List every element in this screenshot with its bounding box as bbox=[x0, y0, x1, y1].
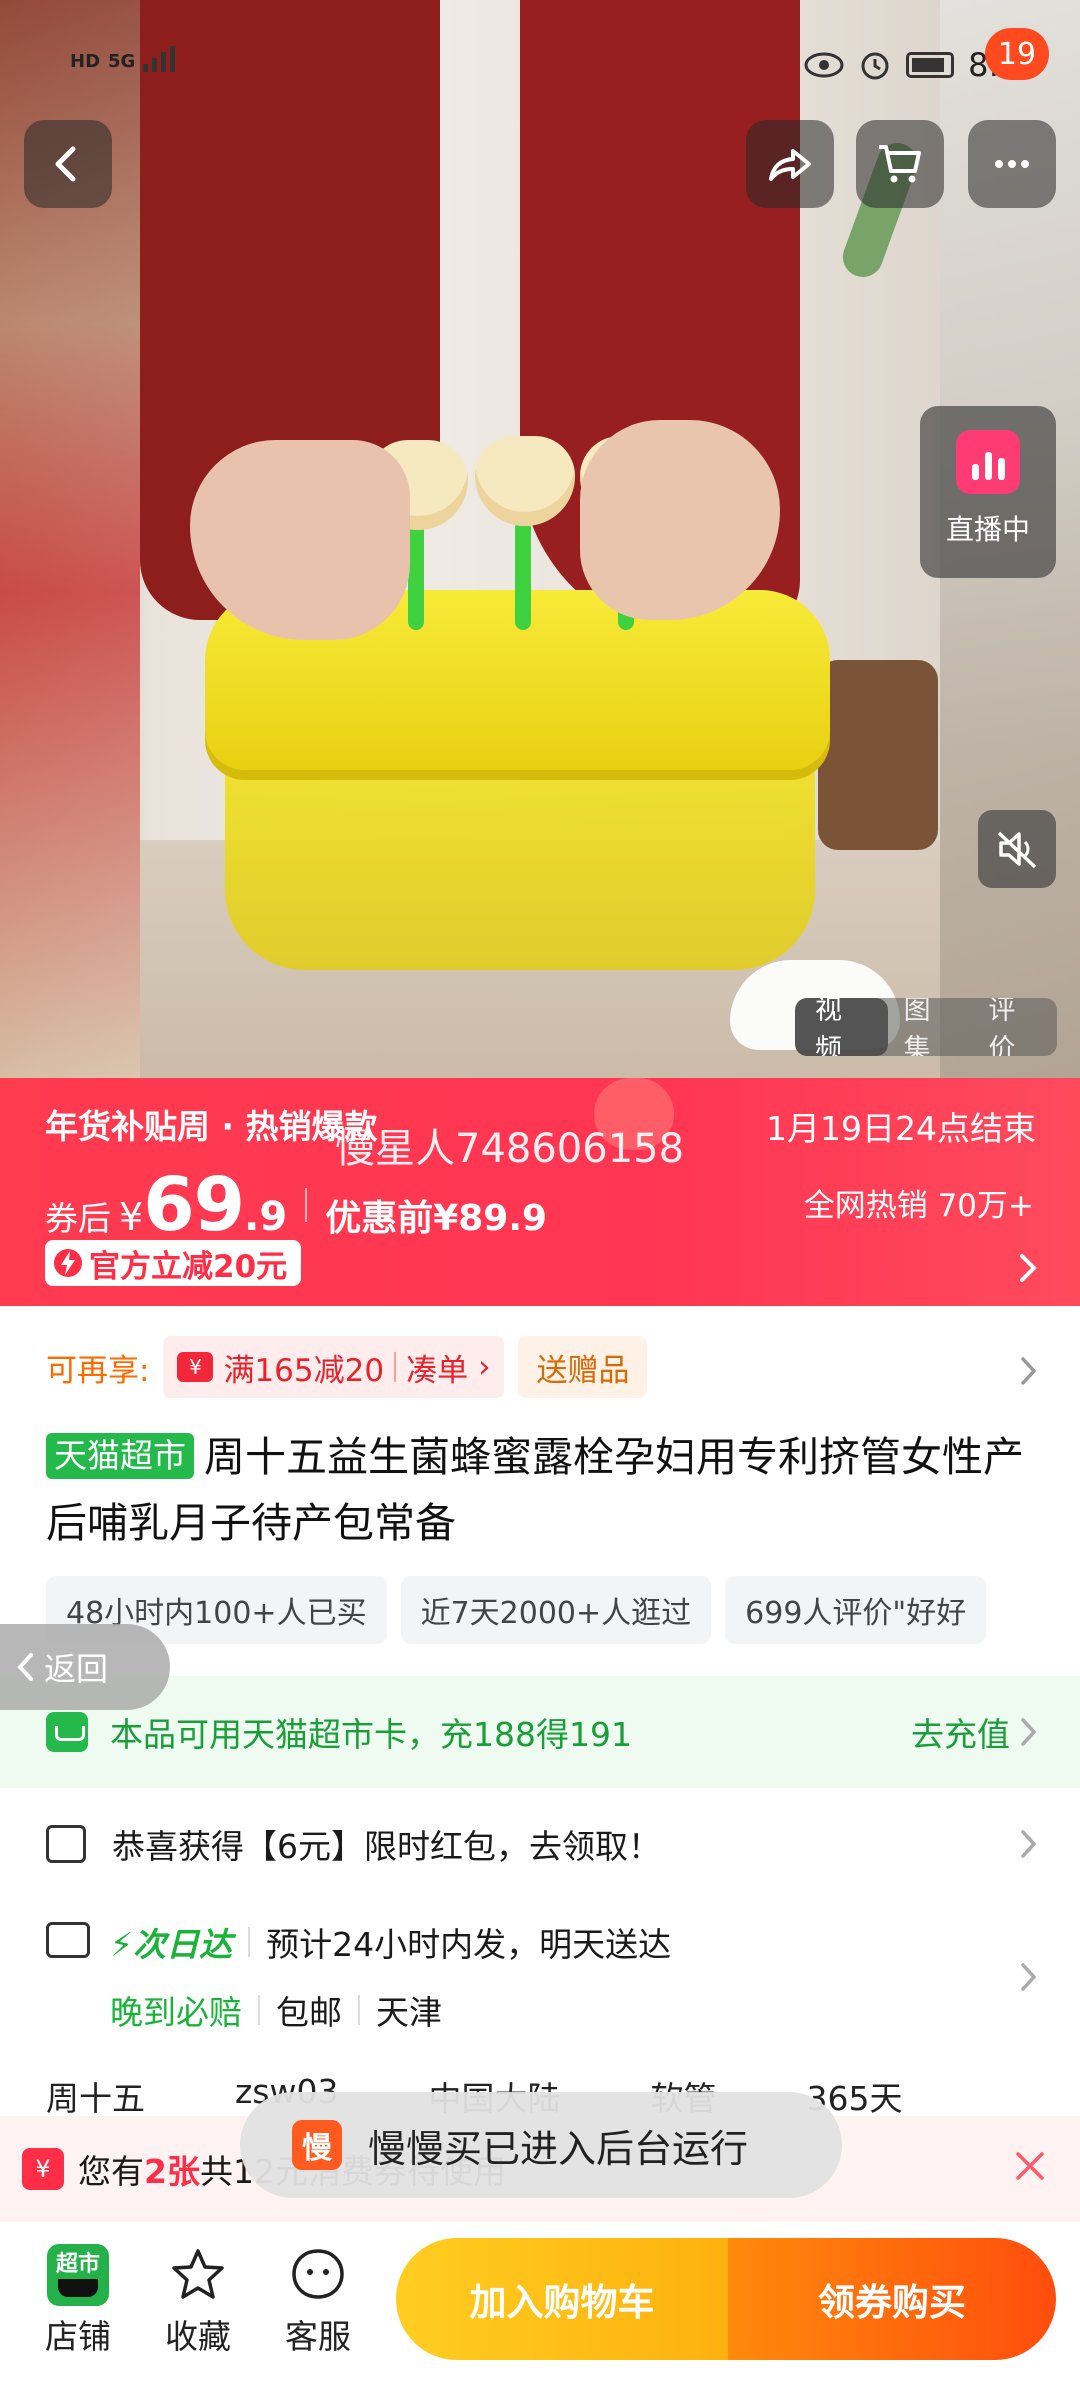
ship-from: 天津 bbox=[376, 1993, 442, 2032]
chip-visited: 近7天2000+人逛过 bbox=[400, 1576, 712, 1644]
status-bar: HD 5G 8:12 bbox=[0, 0, 1080, 130]
product-title: 天猫超市 周十五益生菌蜂蜜露栓孕妇用专利挤管女性产后哺乳月子待产包常备 bbox=[46, 1424, 1036, 1556]
live-label: 直播中 bbox=[945, 513, 1030, 546]
chat-face-icon bbox=[292, 2249, 344, 2299]
chevron-right-icon bbox=[1021, 1718, 1037, 1746]
coupon-prefix: 您有 bbox=[78, 2152, 144, 2191]
coupon-icon: ¥ bbox=[22, 2148, 64, 2190]
toast-text: 慢慢买已进入后台运行 bbox=[368, 2126, 749, 2171]
tmall-card-text: 本品可用天猫超市卡，充188得191 bbox=[110, 1715, 632, 1754]
floating-back-button[interactable]: 返回 bbox=[0, 1624, 170, 1710]
share-icon bbox=[769, 149, 811, 181]
hot-sale-count: 全网热销 70万+ bbox=[803, 1188, 1034, 1224]
more-button[interactable] bbox=[968, 120, 1056, 208]
price-integer: 69 bbox=[143, 1162, 245, 1248]
promo-end-time: 1月19日24点结束 bbox=[766, 1109, 1036, 1148]
chevron-right-icon bbox=[1021, 1963, 1037, 1991]
offers-label: 可再享: bbox=[46, 1352, 150, 1389]
chevron-left-icon bbox=[17, 1653, 33, 1681]
signal-icon bbox=[143, 46, 176, 72]
late-compensation: 晚到必赔 bbox=[110, 1993, 242, 2032]
back-button[interactable] bbox=[24, 120, 112, 208]
bottom-action-bar: 超市 店铺 收藏 客服 加入购物车 领券购买 bbox=[0, 2222, 1080, 2388]
delivery-row[interactable]: ⚡次日达 预计24小时内发，明天送达 晚到必赔 包邮 天津 bbox=[0, 1894, 1080, 2054]
battery-icon bbox=[906, 52, 955, 78]
offers-row[interactable]: 可再享: ¥ 满165减20 凑单 › 送赠品 bbox=[46, 1336, 648, 1398]
spec-brand: 周十五 bbox=[46, 2079, 145, 2116]
red-packet-icon bbox=[46, 1825, 86, 1863]
tab-video[interactable]: 视频 bbox=[795, 998, 888, 1056]
live-bars-icon bbox=[956, 430, 1020, 494]
supermarket-icon-text: 超市 bbox=[55, 2252, 100, 2277]
add-to-cart-button[interactable]: 加入购物车 bbox=[396, 2238, 728, 2360]
background-run-toast: 慢 慢慢买已进入后台运行 bbox=[240, 2092, 842, 2198]
coupon-action[interactable]: 凑单 bbox=[406, 1345, 468, 1390]
price-row: 券后 ¥ 69 .9 优惠前¥89.9 bbox=[45, 1162, 547, 1248]
customer-service-button[interactable]: 客服 bbox=[268, 2240, 368, 2358]
coupon-chip[interactable]: ¥ 满165减20 凑单 › bbox=[163, 1336, 505, 1398]
price-decimal: .9 bbox=[244, 1194, 288, 1240]
chevron-right-icon: › bbox=[478, 1349, 491, 1385]
manmanmai-app-icon: 慢 bbox=[292, 2120, 342, 2170]
free-shipping: 包邮 bbox=[276, 1993, 342, 2032]
recharge-link[interactable]: 去充值 bbox=[911, 1708, 1010, 1756]
shop-label: 店铺 bbox=[45, 2317, 111, 2356]
supermarket-icon: 超市 bbox=[47, 2244, 109, 2306]
promo-banner[interactable]: 年货补贴周 · 热销爆款 慢星人748606158 1月19日24点结束 券后 … bbox=[0, 1078, 1080, 1306]
hd-indicator: HD bbox=[70, 51, 101, 72]
network-5g: 5G bbox=[108, 51, 136, 72]
chip-reviews[interactable]: 699人评价"好好 bbox=[725, 1576, 987, 1644]
cart-count-badge: 19 bbox=[985, 28, 1049, 80]
store-tag: 天猫超市 bbox=[46, 1433, 194, 1479]
coupon-icon: ¥ bbox=[177, 1352, 214, 1382]
back-label: 返回 bbox=[44, 1650, 109, 1688]
next-day-text: 次日达 bbox=[133, 1925, 233, 1964]
buy-with-coupon-button[interactable]: 领券购买 bbox=[728, 2238, 1056, 2360]
cart-button[interactable] bbox=[856, 120, 944, 208]
share-button[interactable] bbox=[746, 120, 834, 208]
service-label: 客服 bbox=[285, 2317, 351, 2356]
social-proof-chips: 48小时内100+人已买 近7天2000+人逛过 699人评价"好好 bbox=[46, 1576, 987, 1644]
chevron-left-icon bbox=[55, 146, 76, 182]
cart-icon bbox=[879, 145, 921, 183]
original-price: 优惠前¥89.9 bbox=[325, 1198, 548, 1239]
mute-button[interactable] bbox=[978, 810, 1056, 888]
media-tabs: 视频 图集 评价 bbox=[795, 998, 1057, 1056]
coupon-text: 满165减20 bbox=[223, 1352, 385, 1389]
coupon-count: 2张 bbox=[144, 2152, 200, 2191]
after-coupon-label: 券后 bbox=[45, 1199, 111, 1238]
gift-chip[interactable]: 送赠品 bbox=[518, 1336, 648, 1398]
official-discount-badge: 官方立减20元 bbox=[45, 1240, 302, 1286]
favorite-label: 收藏 bbox=[165, 2317, 231, 2356]
currency-symbol: ¥ bbox=[119, 1195, 144, 1239]
favorite-button[interactable]: 收藏 bbox=[148, 2240, 248, 2358]
chevron-right-icon bbox=[1020, 1254, 1037, 1282]
more-icon bbox=[995, 160, 1029, 168]
red-packet-row[interactable]: 恭喜获得【6元】限时红包，去领取！ bbox=[0, 1794, 1080, 1894]
star-icon bbox=[172, 2249, 224, 2299]
product-info-card: 可再享: ¥ 满165减20 凑单 › 送赠品 天猫超市 周十五益生菌蜂蜜露栓孕妇… bbox=[0, 1306, 1080, 1676]
official-discount-text: 官方立减20元 bbox=[89, 1248, 288, 1285]
red-packet-text: 恭喜获得【6元】限时红包，去领取！ bbox=[112, 1827, 661, 1866]
chevron-right-icon bbox=[1021, 1357, 1037, 1385]
live-stream-button[interactable]: 直播中 bbox=[920, 406, 1056, 578]
speaker-muted-icon bbox=[997, 831, 1037, 869]
close-icon[interactable] bbox=[1010, 2146, 1050, 2186]
eye-icon bbox=[804, 52, 844, 78]
tab-gallery[interactable]: 图集 bbox=[888, 998, 973, 1056]
delivery-estimate: 预计24小时内发，明天送达 bbox=[266, 1925, 672, 1964]
wallet-icon bbox=[46, 1712, 88, 1752]
service-list: 本品可用天猫超市卡，充188得191 去充值 恭喜获得【6元】限时红包，去领取！… bbox=[0, 1676, 1080, 2116]
chevron-right-icon bbox=[1021, 1830, 1037, 1858]
tmall-card-row[interactable]: 本品可用天猫超市卡，充188得191 去充值 bbox=[0, 1676, 1080, 1788]
lightning-icon bbox=[54, 1249, 82, 1277]
shop-button[interactable]: 超市 店铺 bbox=[28, 2240, 128, 2358]
alarm-icon bbox=[861, 52, 889, 80]
promo-title: 年货补贴周 · 热销爆款 bbox=[45, 1107, 378, 1146]
tab-reviews[interactable]: 评价 bbox=[972, 998, 1057, 1056]
truck-icon bbox=[46, 1922, 90, 1958]
next-day-label: ⚡次日达 bbox=[110, 1925, 233, 1964]
